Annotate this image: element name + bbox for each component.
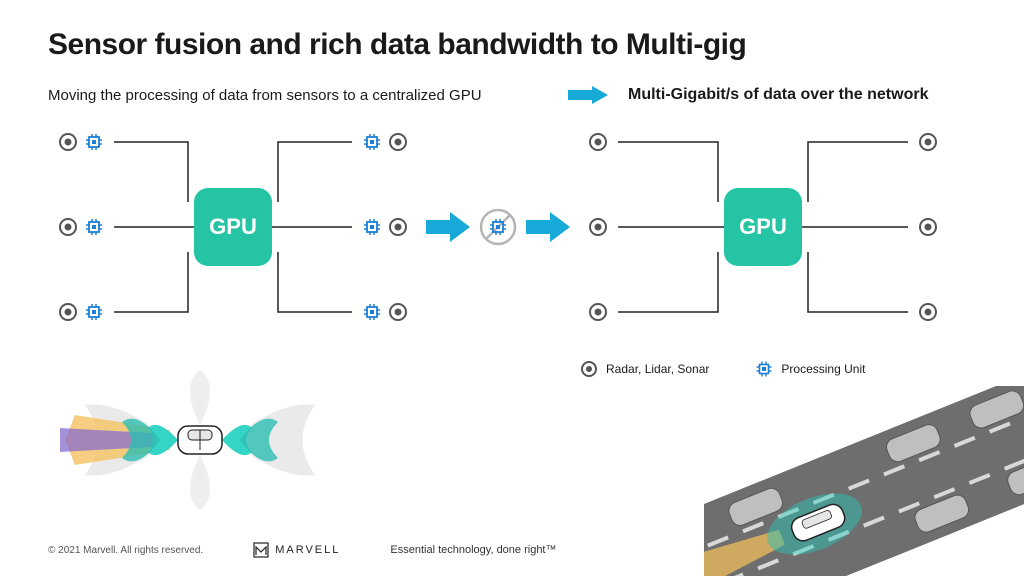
subtitle-right: Multi-Gigabit/s of data over the network — [628, 86, 928, 104]
arrow-right-icon — [568, 86, 608, 104]
node-right-top-right — [918, 132, 938, 152]
sensor-icon — [918, 302, 938, 322]
sensor-icon — [58, 132, 78, 152]
legend-sensor-label: Radar, Lidar, Sonar — [606, 362, 709, 376]
sensor-icon — [918, 132, 938, 152]
node-left-mid-right — [362, 217, 408, 237]
node-right-bot-right — [918, 302, 938, 322]
car-sensor-illustration — [60, 370, 320, 510]
sensor-icon — [388, 302, 408, 322]
node-right-mid-right — [918, 217, 938, 237]
chip-icon — [84, 217, 104, 237]
sensor-icon — [588, 217, 608, 237]
chip-icon — [84, 302, 104, 322]
car-icon — [178, 426, 222, 454]
arrow-right-icon — [426, 212, 470, 242]
node-left-top-right — [362, 132, 408, 152]
tagline: Essential technology, done right™ — [390, 544, 556, 556]
subtitle-left: Moving the processing of data from senso… — [48, 87, 568, 104]
footer: © 2021 Marvell. All rights reserved. MAR… — [48, 542, 557, 558]
node-right-bot-left — [588, 302, 608, 322]
chip-icon — [362, 132, 382, 152]
node-left-bot-left — [58, 302, 104, 322]
road-illustration — [704, 386, 1024, 576]
chip-icon — [84, 132, 104, 152]
arrow-right-icon — [526, 212, 570, 242]
brand-name: MARVELL — [275, 544, 340, 556]
left-topology: GPU — [48, 122, 418, 332]
sensor-icon — [58, 302, 78, 322]
sensor-icon — [58, 217, 78, 237]
right-topology: GPU — [578, 122, 948, 332]
subtitle-row: Moving the processing of data from senso… — [48, 86, 976, 104]
sensor-icon — [388, 217, 408, 237]
chip-removed-icon — [478, 207, 518, 247]
chip-icon — [362, 302, 382, 322]
gpu-box-right: GPU — [724, 188, 802, 266]
sensor-icon — [918, 217, 938, 237]
diagram-row: GPU — [48, 122, 976, 332]
node-left-top-left — [58, 132, 104, 152]
sensor-icon — [588, 132, 608, 152]
transition-group — [418, 207, 578, 247]
sensor-icon — [580, 360, 598, 378]
sensor-icon — [588, 302, 608, 322]
sensor-icon — [388, 132, 408, 152]
chip-icon — [755, 360, 773, 378]
brand-logo: MARVELL — [253, 542, 340, 558]
chip-icon — [362, 217, 382, 237]
gpu-box-left: GPU — [194, 188, 272, 266]
node-left-bot-right — [362, 302, 408, 322]
node-right-top-left — [588, 132, 608, 152]
marvell-logo-icon — [253, 542, 269, 558]
legend-chip-label: Processing Unit — [781, 362, 865, 376]
copyright: © 2021 Marvell. All rights reserved. — [48, 545, 203, 556]
node-left-mid-left — [58, 217, 104, 237]
node-right-mid-left — [588, 217, 608, 237]
slide-title: Sensor fusion and rich data bandwidth to… — [48, 28, 976, 62]
legend: Radar, Lidar, Sonar Processing Unit — [580, 360, 865, 378]
